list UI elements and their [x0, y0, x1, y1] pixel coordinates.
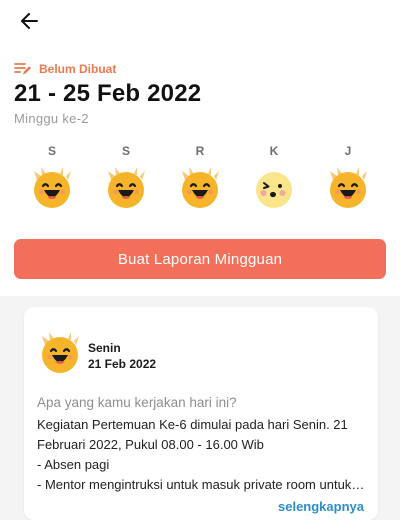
day-letter: J	[344, 144, 352, 158]
daily-report-card[interactable]: Senin 21 Feb 2022 Apa yang kamu kerjakan…	[24, 307, 378, 520]
card-day-name: Senin	[88, 341, 121, 355]
day-letter: R	[195, 144, 205, 158]
list-edit-icon	[14, 63, 31, 75]
very-happy-emoji-icon	[104, 166, 148, 215]
day-letter: S	[121, 144, 130, 158]
very-happy-emoji-icon	[30, 166, 74, 215]
very-happy-emoji-icon	[326, 166, 370, 215]
activity-line: - Mentor mengintruksi untuk masuk privat…	[37, 477, 367, 492]
card-date: 21 Feb 2022	[88, 357, 157, 371]
week-label: Minggu ke-2	[14, 111, 89, 126]
card-activity-text: Kegiatan Pertemuan Ke-6 dimulai pada har…	[37, 415, 367, 495]
day-friday[interactable]: J	[326, 144, 370, 215]
day-wednesday[interactable]: R	[178, 144, 222, 215]
day-letter: S	[47, 144, 56, 158]
read-more-link[interactable]: selengkapnya	[278, 499, 364, 514]
create-weekly-report-button[interactable]: Buat Laporan Mingguan	[14, 239, 386, 279]
day-letter: K	[269, 144, 279, 158]
report-header: Belum Dibuat 21 - 25 Feb 2022 Minggu ke-…	[0, 0, 400, 296]
activity-line: Kegiatan Pertemuan Ke-6 dimulai pada har…	[37, 417, 348, 432]
card-question: Apa yang kamu kerjakan hari ini?	[37, 395, 237, 410]
activity-line: - Absen pagi	[37, 457, 110, 472]
arrow-left-icon	[21, 13, 38, 29]
daily-list-area: Senin 21 Feb 2022 Apa yang kamu kerjakan…	[0, 296, 400, 520]
very-happy-emoji-icon	[38, 331, 82, 380]
date-range-title: 21 - 25 Feb 2022	[14, 80, 202, 107]
back-button[interactable]	[14, 8, 44, 34]
weekday-mood-row: S S R K J	[0, 144, 400, 214]
day-thursday[interactable]: K	[252, 144, 296, 215]
day-monday[interactable]: S	[30, 144, 74, 215]
report-status: Belum Dibuat	[14, 62, 116, 76]
status-label: Belum Dibuat	[39, 62, 117, 76]
neutral-emoji-icon	[252, 166, 296, 215]
day-tuesday[interactable]: S	[104, 144, 148, 215]
very-happy-emoji-icon	[178, 166, 222, 215]
activity-line: Februari 2022, Pukul 08.00 - 16.00 Wib	[37, 437, 264, 452]
